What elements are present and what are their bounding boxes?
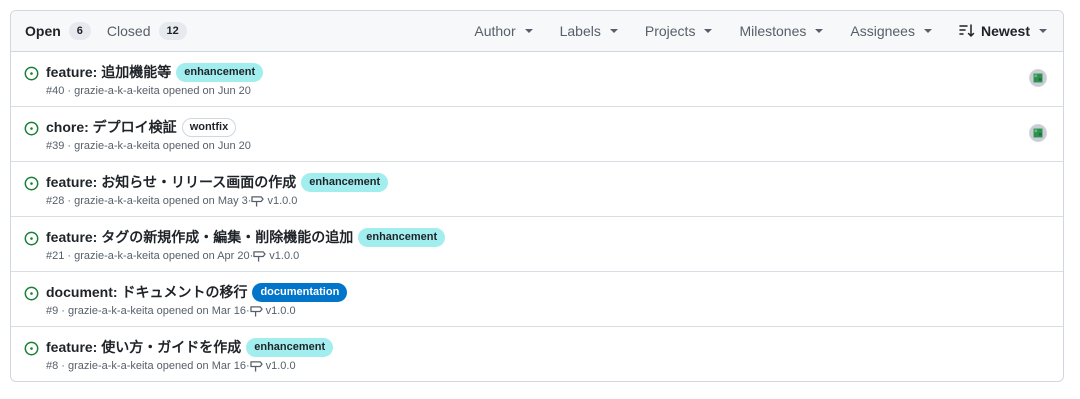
- milestone-icon: [251, 196, 265, 207]
- issue-opened-icon: [24, 176, 39, 191]
- issue-label[interactable]: enhancement: [301, 172, 389, 192]
- issue-title-link[interactable]: feature: タグの新規作成・編集・削除機能の追加: [46, 227, 353, 247]
- projects-filter-label: Projects: [644, 23, 696, 39]
- milestone-icon: [249, 306, 263, 317]
- issue-label[interactable]: enhancement: [358, 227, 446, 247]
- issue-row[interactable]: feature: 使い方・ガイドを作成 enhancement #8 · gra…: [11, 327, 1063, 381]
- labels-filter[interactable]: Labels: [560, 23, 618, 39]
- closed-label: Closed: [106, 23, 151, 39]
- issue-meta: #21 · grazie-a-k-a-keita opened on Apr 2…: [46, 250, 299, 262]
- issue-title-line: feature: 追加機能等 enhancement: [46, 62, 264, 82]
- author-filter-label: Author: [474, 23, 516, 39]
- issue-title-link[interactable]: feature: 使い方・ガイドを作成: [46, 337, 241, 357]
- chevron-down-icon: [815, 29, 824, 33]
- labels-filter-label: Labels: [559, 23, 601, 39]
- assignees-filter-label: Assignees: [850, 23, 915, 39]
- issues-list-header: Open 6 Closed 12 Author Labels Projects …: [11, 11, 1063, 52]
- issue-meta-text: #8 · grazie-a-k-a-keita opened on Mar 16…: [46, 360, 250, 372]
- open-label: Open: [25, 23, 61, 39]
- avatar-image: [1030, 70, 1046, 86]
- issue-opened-icon: [24, 121, 39, 136]
- issue-title-link[interactable]: feature: 追加機能等: [46, 62, 171, 82]
- sort-desc-icon: [959, 24, 975, 37]
- chevron-down-icon: [524, 29, 533, 33]
- open-count-badge: 6: [68, 22, 91, 40]
- issue-milestone[interactable]: v1.0.0: [267, 195, 297, 207]
- author-filter[interactable]: Author: [474, 23, 533, 39]
- issue-title-line: feature: お知らせ・リリース画面の作成 enhancement: [46, 172, 389, 192]
- issue-title-link[interactable]: feature: お知らせ・リリース画面の作成: [46, 172, 296, 192]
- assignees-filter[interactable]: Assignees: [850, 23, 932, 39]
- projects-filter[interactable]: Projects: [645, 23, 713, 39]
- issue-milestone[interactable]: v1.0.0: [269, 250, 299, 262]
- issue-opened-icon: [24, 341, 39, 356]
- issue-milestone[interactable]: v1.0.0: [266, 360, 296, 372]
- issue-opened-icon: [24, 66, 39, 81]
- milestones-filter-label: Milestones: [739, 23, 807, 39]
- issue-row[interactable]: chore: デプロイ検証 wontfix #39 · grazie-a-k-a…: [11, 107, 1063, 162]
- sort-dropdown[interactable]: Newest: [959, 23, 1047, 39]
- issue-meta: #28 · grazie-a-k-a-keita opened on May 3…: [46, 195, 297, 207]
- issue-title-line: document: ドキュメントの移行 documentation: [46, 282, 348, 302]
- filter-bar: Author Labels Projects Milestones Assign…: [474, 11, 1063, 51]
- issue-meta: #40 · grazie-a-k-a-keita opened on Jun 2…: [46, 85, 251, 97]
- open-issues-tab[interactable]: Open 6: [25, 22, 91, 40]
- issue-row[interactable]: feature: タグの新規作成・編集・削除機能の追加 enhancement …: [11, 217, 1063, 272]
- issue-title-line: feature: 使い方・ガイドを作成 enhancement: [46, 337, 334, 357]
- issue-meta-text: #39 · grazie-a-k-a-keita opened on Jun 2…: [46, 140, 251, 152]
- issue-meta-text: #28 · grazie-a-k-a-keita opened on May 3…: [46, 195, 252, 207]
- issue-label[interactable]: wontfix: [181, 117, 237, 137]
- issue-meta-text: #21 · grazie-a-k-a-keita opened on Apr 2…: [46, 250, 254, 262]
- milestone-icon: [249, 361, 263, 372]
- issue-row[interactable]: feature: お知らせ・リリース画面の作成 enhancement #28 …: [11, 162, 1063, 217]
- issue-meta: #39 · grazie-a-k-a-keita opened on Jun 2…: [46, 140, 251, 152]
- chevron-down-icon: [609, 29, 618, 33]
- issue-title-link[interactable]: chore: デプロイ検証: [46, 117, 177, 137]
- issue-meta-text: #40 · grazie-a-k-a-keita opened on Jun 2…: [46, 85, 251, 97]
- chevron-down-icon: [704, 29, 713, 33]
- issue-meta: #9 · grazie-a-k-a-keita opened on Mar 16…: [46, 305, 296, 317]
- issues-list-box: Open 6 Closed 12 Author Labels Projects …: [10, 10, 1064, 382]
- assignee-avatar[interactable]: [1029, 69, 1047, 87]
- chevron-down-icon: [923, 29, 932, 33]
- issue-title-line: feature: タグの新規作成・編集・削除機能の追加 enhancement: [46, 227, 446, 247]
- issue-title-line: chore: デプロイ検証 wontfix: [46, 117, 237, 137]
- assignee-avatar[interactable]: [1029, 124, 1047, 142]
- issue-row[interactable]: document: ドキュメントの移行 documentation #9 · g…: [11, 272, 1063, 327]
- issue-milestone[interactable]: v1.0.0: [266, 305, 296, 317]
- closed-issues-tab[interactable]: Closed 12: [107, 22, 187, 40]
- issue-meta-text: #9 · grazie-a-k-a-keita opened on Mar 16…: [46, 305, 250, 317]
- issue-opened-icon: [24, 231, 39, 246]
- issue-meta: #8 · grazie-a-k-a-keita opened on Mar 16…: [46, 360, 296, 372]
- issue-label[interactable]: enhancement: [246, 337, 334, 357]
- issue-title-link[interactable]: document: ドキュメントの移行: [46, 282, 247, 302]
- sort-label: Newest: [980, 23, 1030, 39]
- avatar-image: [1030, 125, 1046, 141]
- issue-list: feature: 追加機能等 enhancement #40 · grazie-…: [11, 52, 1063, 381]
- chevron-down-icon: [1039, 29, 1047, 33]
- issue-row[interactable]: feature: 追加機能等 enhancement #40 · grazie-…: [11, 52, 1063, 107]
- issue-opened-icon: [24, 286, 39, 301]
- issue-label[interactable]: documentation: [252, 282, 348, 302]
- closed-count-badge: 12: [158, 22, 187, 40]
- milestones-filter[interactable]: Milestones: [739, 23, 824, 39]
- milestone-icon: [253, 251, 266, 262]
- issue-label[interactable]: enhancement: [176, 62, 264, 82]
